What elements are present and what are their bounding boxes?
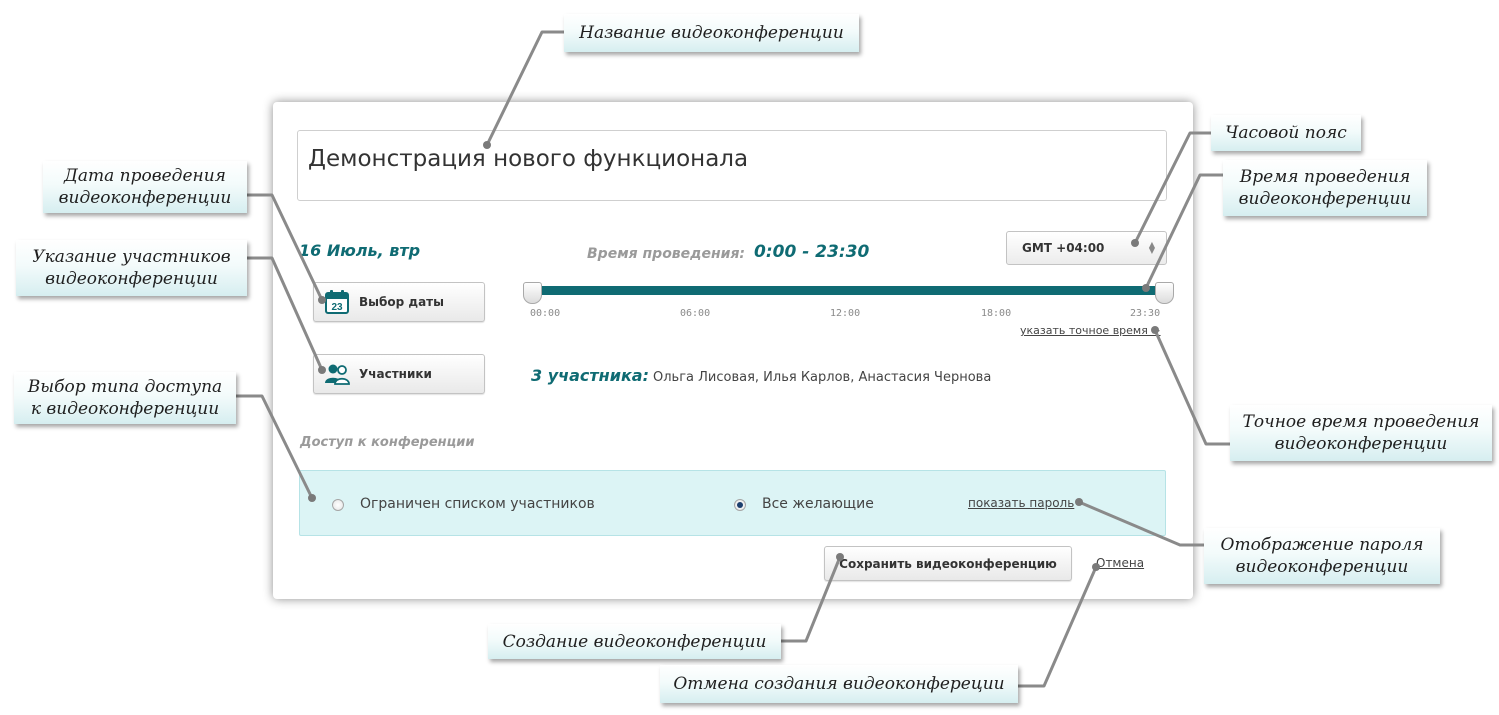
- callout-access: Выбор типа доступа к видеоконференции: [14, 372, 236, 424]
- calendar-day: 23: [331, 302, 343, 313]
- show-password-link[interactable]: показать пароль: [968, 496, 1074, 510]
- access-restricted-radio[interactable]: [332, 499, 344, 511]
- conference-dialog: Демонстрация нового функционала 16 Июль,…: [273, 102, 1193, 599]
- callout-exact-time: Точное время проведения видеоконференции: [1230, 405, 1492, 461]
- participants-count: 3 участника:: [531, 366, 649, 385]
- save-conference-button[interactable]: Сохранить видеоконференцию: [824, 546, 1072, 581]
- selected-date: 16 Июль, втр: [299, 241, 421, 260]
- choose-date-button[interactable]: 23 Выбор даты: [313, 282, 485, 322]
- calendar-icon: 23: [324, 289, 350, 315]
- callout-password: Отображение пароля видеоконференции: [1204, 528, 1440, 584]
- access-heading: Доступ к конференции: [300, 435, 475, 450]
- access-everyone-radio[interactable]: [734, 499, 746, 511]
- slider-handle-end[interactable]: [1155, 282, 1174, 304]
- slider-tick: 00:00: [530, 308, 561, 319]
- timezone-value: GMT +04:00: [1022, 241, 1105, 255]
- slider-tick: 12:00: [830, 308, 861, 319]
- participants-summary: 3 участника: Ольга Лисовая, Илья Карлов, …: [531, 366, 991, 385]
- participants-button[interactable]: Участники: [313, 354, 485, 394]
- participants-label: Участники: [359, 367, 432, 381]
- access-restricted-label[interactable]: Ограничен списком участников: [360, 496, 595, 512]
- conference-title-input[interactable]: Демонстрация нового функционала: [297, 130, 1167, 201]
- users-icon: [324, 361, 350, 387]
- callout-create: Создание видеоконференции: [488, 624, 781, 659]
- access-everyone-label[interactable]: Все желающие: [762, 496, 874, 512]
- choose-date-label: Выбор даты: [359, 295, 444, 309]
- cancel-link[interactable]: Отмена: [1096, 556, 1144, 570]
- select-arrows-icon: ▲ ▼: [1148, 240, 1155, 255]
- slider-tick: 06:00: [680, 308, 711, 319]
- time-label: Время проведения:: [587, 246, 746, 262]
- timezone-select[interactable]: GMT +04:00 ▲ ▼: [1006, 231, 1167, 265]
- time-range-slider[interactable]: [531, 286, 1167, 295]
- callout-date: Дата проведения видеоконференции: [43, 161, 247, 213]
- time-value: 0:00 - 23:30: [754, 242, 870, 262]
- callout-time: Время проведения видеоконференции: [1223, 160, 1427, 216]
- access-panel: Ограничен списком участников Все желающи…: [299, 470, 1166, 536]
- callout-cancel: Отмена создания видеоконфереции: [660, 665, 1018, 703]
- callout-timezone: Часовой пояс: [1211, 115, 1361, 151]
- participants-names: Ольга Лисовая, Илья Карлов, Анастасия Че…: [653, 370, 992, 385]
- callout-conference-title: Название видеоконференции: [564, 14, 859, 52]
- slider-tick: 18:00: [981, 308, 1012, 319]
- slider-tick: 23:30: [1130, 308, 1161, 319]
- exact-time-link[interactable]: указать точное время >: [1020, 324, 1161, 337]
- callout-participants: Указание участников видеоконференции: [16, 240, 247, 296]
- slider-handle-start[interactable]: [523, 282, 542, 304]
